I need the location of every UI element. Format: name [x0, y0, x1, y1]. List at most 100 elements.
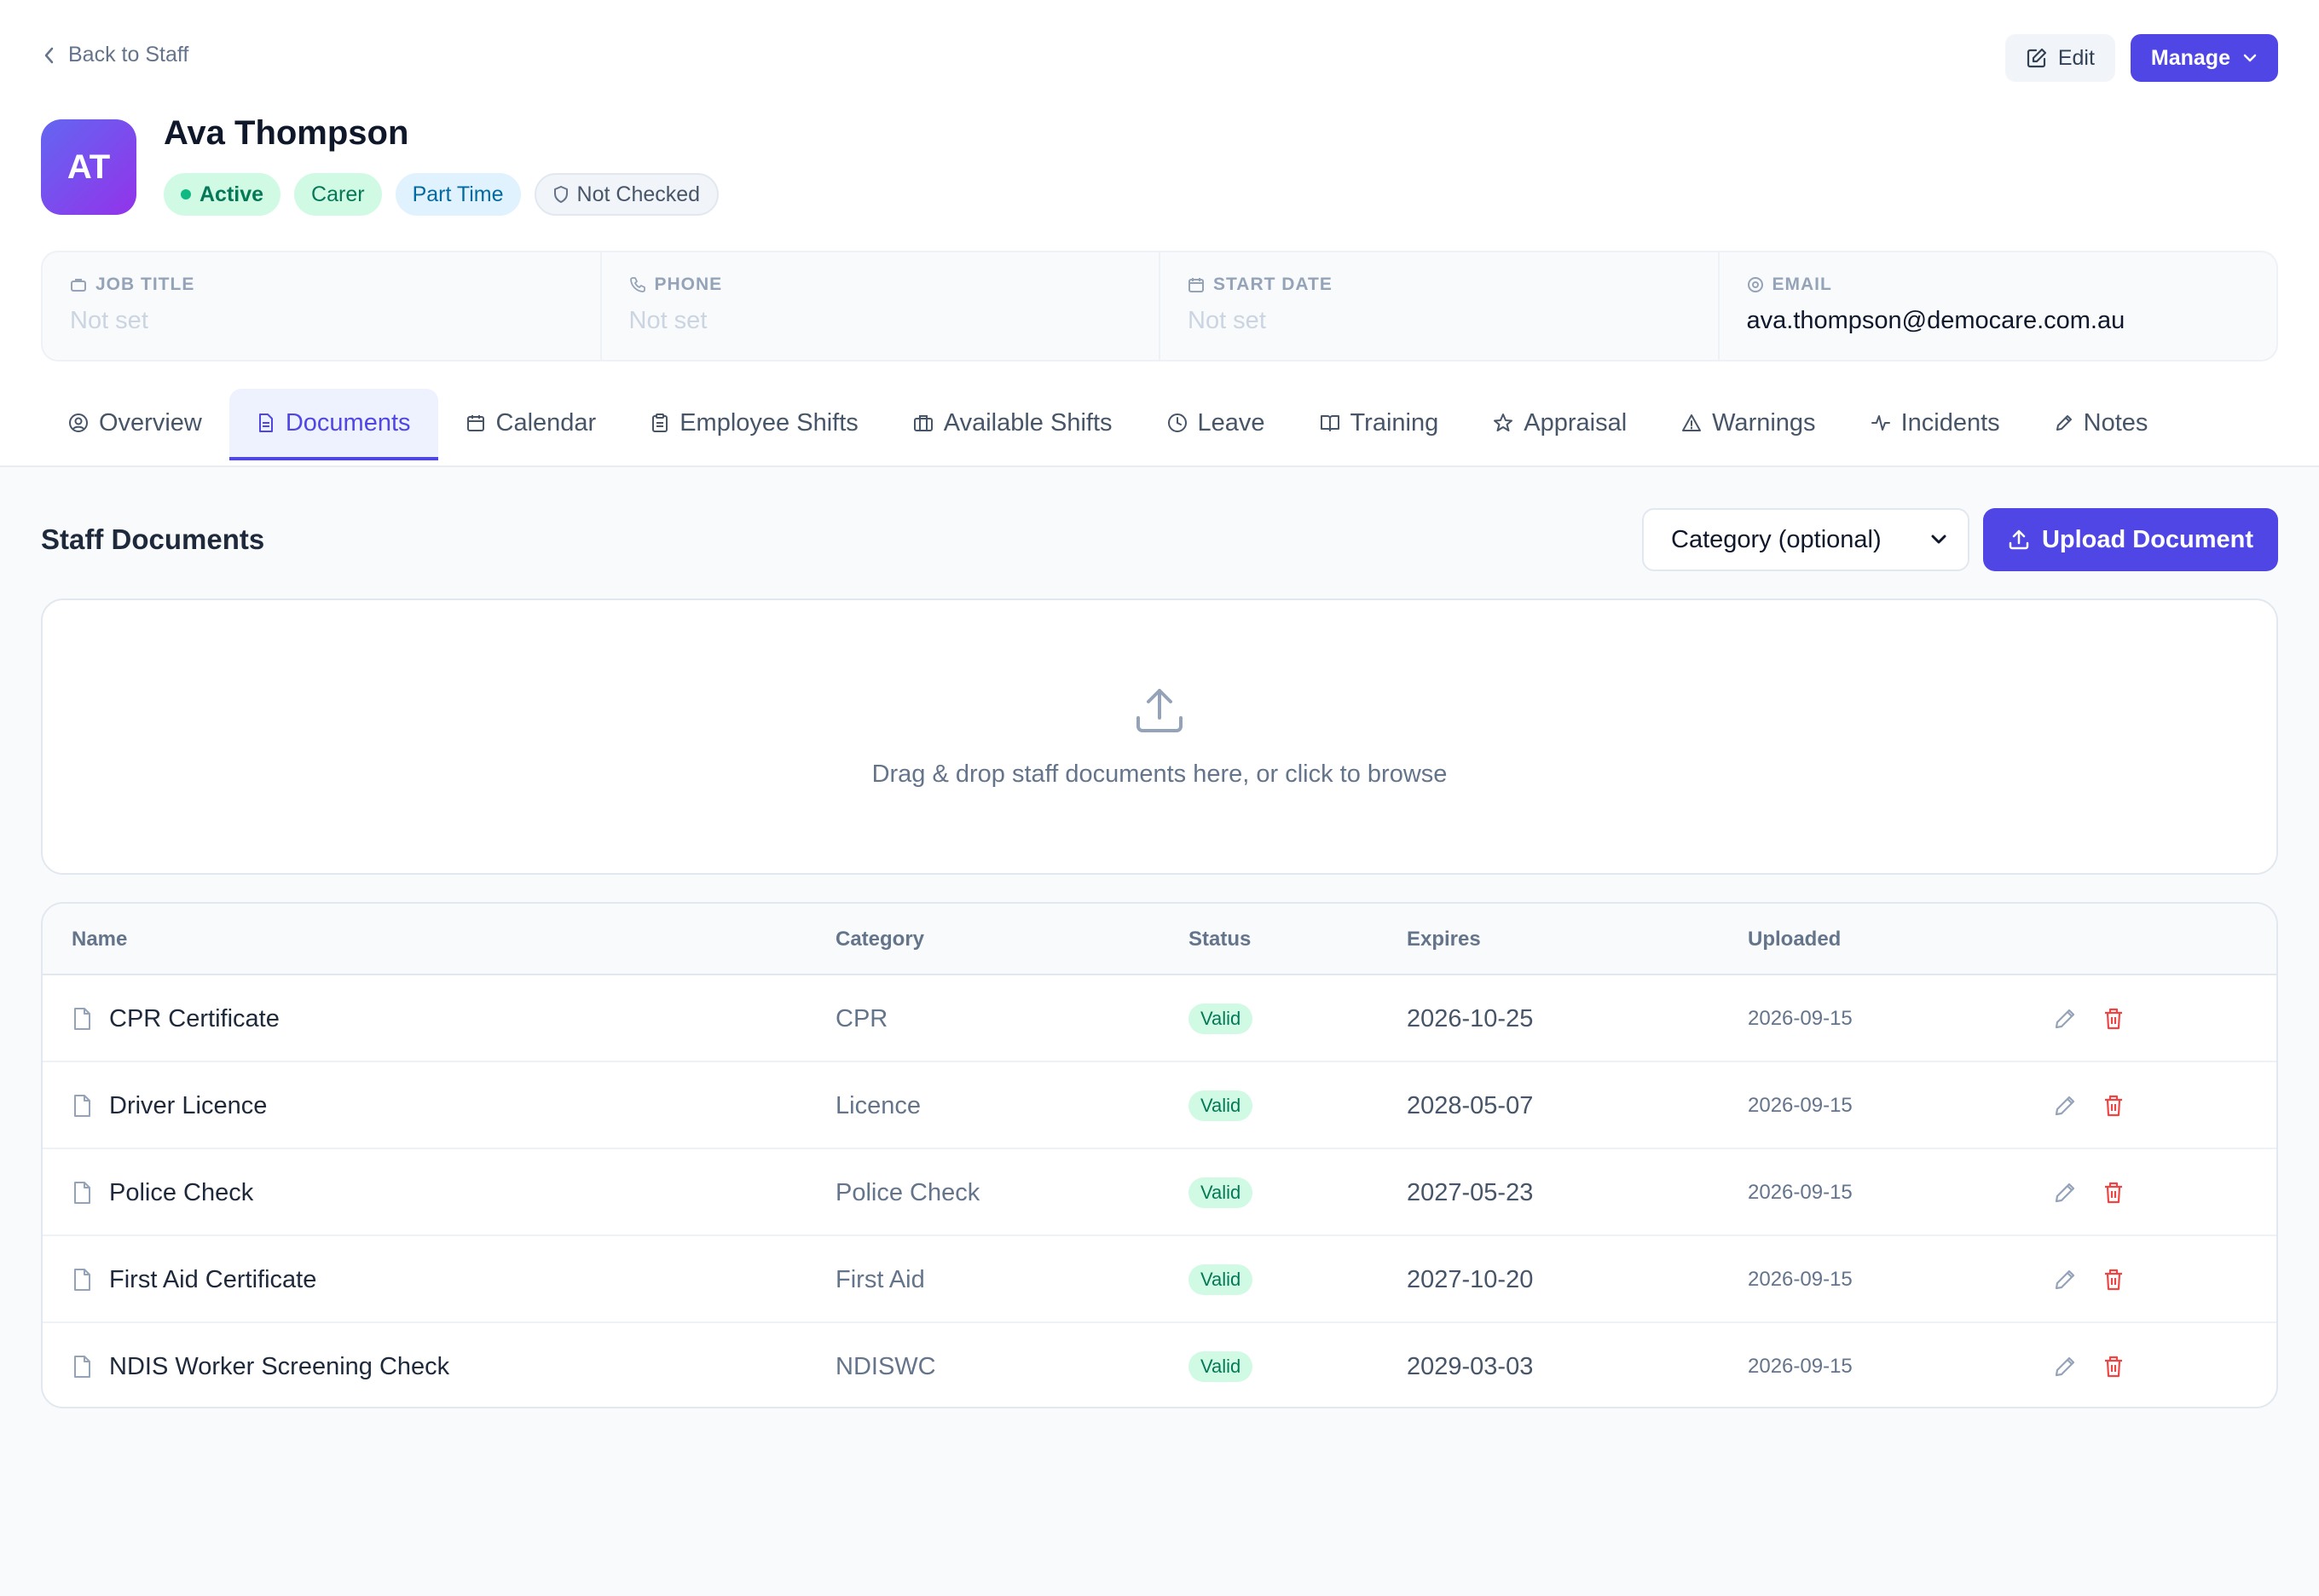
- document-category: Police Check: [836, 1178, 980, 1206]
- category-select[interactable]: Category (optional): [1642, 508, 1969, 571]
- document-dropzone[interactable]: Drag & drop staff documents here, or cli…: [41, 598, 2278, 875]
- tab-training[interactable]: Training: [1293, 389, 1466, 460]
- trash-icon[interactable]: [2102, 1007, 2125, 1031]
- briefcase-icon: [70, 277, 87, 292]
- tab-label: Leave: [1197, 408, 1265, 437]
- edit-icon: [2026, 47, 2048, 69]
- tab-label: Appraisal: [1524, 408, 1628, 437]
- edit-button[interactable]: Edit: [2004, 34, 2115, 82]
- calendar-icon: [1188, 276, 1205, 293]
- info-label-job-title: JOB TITLE: [95, 275, 195, 294]
- upload-document-label: Upload Document: [2041, 525, 2254, 553]
- info-value-start-date: Not set: [1188, 307, 1266, 334]
- tab-leave[interactable]: Leave: [1140, 389, 1293, 460]
- info-phone: PHONE Not set: [602, 252, 1160, 360]
- edit-pencil-icon[interactable]: [2053, 1181, 2077, 1205]
- document-expires: 2027-10-20: [1407, 1265, 1534, 1293]
- tab-label: Employee Shifts: [680, 408, 859, 437]
- tab-appraisal[interactable]: Appraisal: [1466, 389, 1654, 460]
- trash-icon[interactable]: [2102, 1181, 2125, 1205]
- document-expires: 2026-10-25: [1407, 1004, 1534, 1032]
- document-category: NDISWC: [836, 1352, 936, 1380]
- table-row: CPR Certificate CPR Valid 2026-10-25 202…: [43, 975, 2276, 1062]
- info-label-email: EMAIL: [1772, 275, 1832, 294]
- document-name[interactable]: CPR Certificate: [109, 1005, 280, 1033]
- table-row: NDIS Worker Screening Check NDISWC Valid…: [43, 1323, 2276, 1407]
- activity-icon: [1871, 413, 1891, 432]
- chevron-down-icon: [2242, 53, 2258, 63]
- trash-icon[interactable]: [2102, 1355, 2125, 1379]
- table-row: Police Check Police Check Valid 2027-05-…: [43, 1149, 2276, 1236]
- document-expires: 2027-05-23: [1407, 1178, 1534, 1206]
- edit-label: Edit: [2057, 45, 2095, 70]
- document-category: Licence: [836, 1091, 921, 1119]
- manage-button[interactable]: Manage: [2130, 34, 2278, 82]
- info-job-title: JOB TITLE Not set: [43, 252, 602, 360]
- document-name[interactable]: First Aid Certificate: [109, 1266, 316, 1294]
- status-badge-active: Active: [164, 173, 281, 216]
- tab-calendar[interactable]: Calendar: [438, 389, 624, 460]
- column-header-category[interactable]: Category: [836, 928, 924, 951]
- column-header-uploaded[interactable]: Uploaded: [1748, 928, 1841, 951]
- tab-label: Training: [1350, 408, 1439, 437]
- tab-available-shifts[interactable]: Available Shifts: [886, 389, 1140, 460]
- file-icon: [72, 1268, 92, 1292]
- column-header-status[interactable]: Status: [1188, 928, 1251, 951]
- trash-icon[interactable]: [2102, 1094, 2125, 1118]
- info-value-phone: Not set: [628, 307, 708, 334]
- status-dot-icon: [181, 189, 191, 200]
- clock-icon: [1167, 413, 1188, 433]
- tab-warnings[interactable]: Warnings: [1654, 389, 1842, 460]
- info-value-email[interactable]: ava.thompson@democare.com.au: [1747, 307, 2250, 335]
- document-category: CPR: [836, 1004, 888, 1032]
- info-value-job-title: Not set: [70, 307, 148, 334]
- header-actions: Edit Manage: [2004, 34, 2278, 82]
- tab-incidents[interactable]: Incidents: [1843, 389, 2027, 460]
- tab-notes[interactable]: Notes: [2027, 389, 2176, 460]
- tab-label: Warnings: [1712, 408, 1816, 437]
- edit-pencil-icon[interactable]: [2053, 1007, 2077, 1031]
- info-email: EMAIL ava.thompson@democare.com.au: [1720, 252, 2277, 360]
- document-expires: 2029-03-03: [1407, 1352, 1534, 1380]
- column-header-expires[interactable]: Expires: [1407, 928, 1481, 951]
- document-uploaded: 2026-09-15: [1748, 1094, 1853, 1117]
- upload-document-button[interactable]: Upload Document: [1983, 508, 2278, 571]
- documents-table: Name Category Status Expires Uploaded CP…: [41, 902, 2278, 1408]
- clipboard-icon: [651, 413, 669, 433]
- dropzone-text: Drag & drop staff documents here, or cli…: [871, 760, 1448, 788]
- file-icon: [72, 1355, 92, 1379]
- phone-icon: [629, 276, 646, 293]
- at-sign-icon: [1747, 276, 1764, 293]
- back-to-staff-label: Back to Staff: [68, 43, 189, 66]
- column-header-name[interactable]: Name: [72, 928, 127, 951]
- document-category: First Aid: [836, 1265, 925, 1293]
- info-label-start-date: START DATE: [1213, 275, 1333, 294]
- upload-icon: [1134, 685, 1185, 735]
- document-name[interactable]: Police Check: [109, 1179, 253, 1207]
- tab-bar: Overview Documents Calendar Employee Shi…: [41, 389, 2175, 460]
- pen-icon: [2055, 413, 2073, 432]
- document-name[interactable]: NDIS Worker Screening Check: [109, 1353, 449, 1381]
- tab-label: Notes: [2083, 408, 2148, 437]
- edit-pencil-icon[interactable]: [2053, 1355, 2077, 1379]
- document-name[interactable]: Driver Licence: [109, 1092, 267, 1120]
- edit-pencil-icon[interactable]: [2053, 1268, 2077, 1292]
- file-icon: [72, 1094, 92, 1118]
- edit-pencil-icon[interactable]: [2053, 1094, 2077, 1118]
- avatar: AT: [41, 119, 136, 215]
- trash-icon[interactable]: [2102, 1268, 2125, 1292]
- status-badge: Valid: [1188, 1003, 1253, 1034]
- back-to-staff-link[interactable]: Back to Staff: [43, 43, 188, 67]
- employment-badge: Part Time: [395, 173, 521, 216]
- chevron-down-icon: [1930, 534, 1947, 546]
- status-badge: Valid: [1188, 1264, 1253, 1295]
- info-label-phone: PHONE: [654, 275, 723, 294]
- tab-overview[interactable]: Overview: [41, 389, 229, 460]
- info-start-date: START DATE Not set: [1160, 252, 1720, 360]
- tab-label: Documents: [285, 408, 411, 437]
- section-title: Staff Documents: [41, 523, 265, 555]
- staff-name: Ava Thompson: [164, 114, 409, 152]
- tab-documents[interactable]: Documents: [228, 389, 438, 460]
- upload-icon: [2008, 529, 2030, 551]
- tab-employee-shifts[interactable]: Employee Shifts: [623, 389, 886, 460]
